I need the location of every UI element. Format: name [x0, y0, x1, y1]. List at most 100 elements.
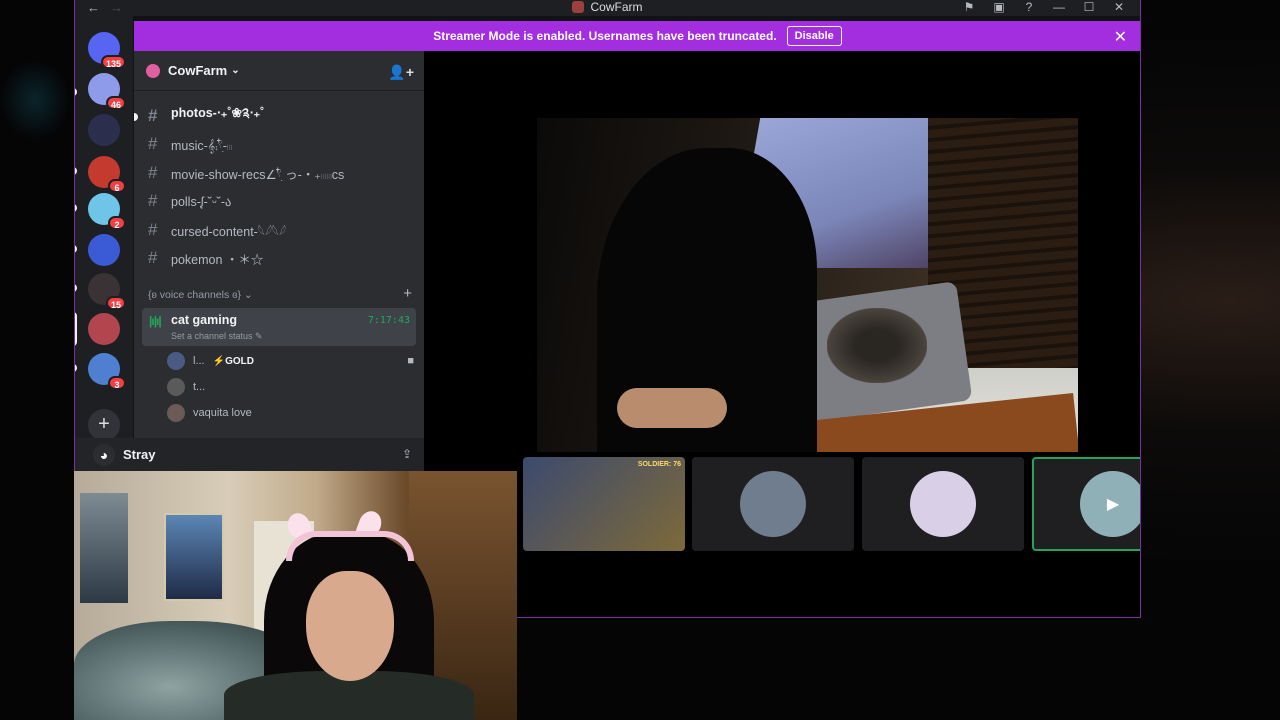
flag-icon[interactable]: ⚑	[954, 0, 984, 16]
avatar[interactable]: ◕	[93, 443, 115, 466]
server-icon[interactable]	[88, 114, 120, 146]
window-controls: ⚑ ▣ ? — ☐ ✕	[954, 0, 1134, 16]
voice-channel-cat-gaming[interactable]: |ı|ı| cat gaming 7:17:43 Set a channel s…	[142, 308, 416, 346]
avatar	[167, 404, 185, 422]
server-icon-home[interactable]: 135	[88, 32, 126, 69]
channel-pokemon[interactable]: # pokemon ・＊☆	[142, 245, 414, 271]
hash-icon: #	[148, 220, 158, 239]
focused-video-stream[interactable]	[537, 118, 1078, 452]
avatar	[167, 378, 185, 396]
add-server-button[interactable]: +	[88, 409, 120, 441]
active-server-pill	[75, 312, 77, 346]
voice-user-name: l...	[193, 355, 205, 367]
create-channel-icon[interactable]: +	[403, 285, 412, 302]
channel-name: polls-ᶘ-˘ᵕ˘-ა	[171, 194, 232, 209]
participant-tile[interactable]: SOLDIER: 76	[523, 457, 685, 551]
channel-movie-show-recs[interactable]: # movie-show-recs∠𓍢ִ໋ っ-‧₊𓏼𓏼cs	[142, 160, 414, 186]
inbox-icon[interactable]: ▣	[984, 0, 1014, 16]
mention-badge: 3	[108, 376, 126, 390]
channel-name: pokemon ・＊☆	[171, 252, 264, 267]
user-panel: ◕ Stray ⇪	[75, 438, 424, 471]
voice-user[interactable]: vaquita love	[167, 402, 252, 424]
webcam-person-face	[306, 571, 394, 681]
voice-user-name: t...	[193, 381, 206, 393]
hash-icon: #	[148, 191, 158, 210]
guild-icon	[146, 63, 160, 78]
channel-sidebar: CowFarm ⌄ 👤+ # photos-‧₊˚❀༉‧₊˚ # music-𝄞…	[134, 51, 424, 471]
webcam-overlay	[74, 471, 517, 720]
chevron-down-icon: ⌄	[231, 65, 240, 76]
disable-streamer-mode-button[interactable]: Disable	[786, 26, 842, 46]
game-tag: SOLDIER: 76	[637, 461, 681, 468]
hash-icon: #	[148, 248, 158, 267]
server-icon[interactable]: 3	[88, 353, 126, 390]
voice-user[interactable]: t...	[167, 376, 205, 398]
voice-channel-timer: 7:17:43	[367, 315, 410, 326]
close-window-button[interactable]: ✕	[1104, 0, 1134, 16]
mention-badge: 2	[108, 216, 126, 230]
voice-channel-name: cat gaming	[171, 313, 237, 327]
webcam-poster	[164, 513, 224, 601]
help-icon[interactable]: ?	[1014, 0, 1044, 16]
server-icon[interactable]: 6	[88, 156, 126, 193]
channel-polls[interactable]: # polls-ᶘ-˘ᵕ˘-ა	[142, 188, 414, 214]
channel-name: photos-‧₊˚❀༉‧₊˚	[171, 105, 265, 120]
mention-badge: 15	[105, 296, 126, 310]
avatar	[910, 471, 976, 537]
hash-icon: #	[148, 163, 158, 182]
avatar	[740, 471, 806, 537]
camera-icon: ■	[407, 355, 414, 367]
mention-badge: 135	[100, 55, 126, 69]
window-title-text: CowFarm	[590, 0, 643, 14]
hash-icon: #	[148, 106, 158, 125]
voice-category-label[interactable]: {ʚ voice channels ɞ} ⌄	[148, 289, 253, 301]
voice-user[interactable]: l... ⚡GOLD	[167, 350, 254, 372]
unread-pill	[75, 284, 77, 292]
unread-pill	[75, 167, 77, 175]
channel-name: music-𝄞⨾𓍢ִ໋-𓏼	[171, 138, 233, 153]
streamer-mode-banner: Streamer Mode is enabled. Usernames have…	[134, 21, 1140, 51]
invite-people-icon[interactable]: 👤+	[388, 64, 414, 81]
mention-badge: 46	[105, 96, 126, 110]
channel-photos[interactable]: # photos-‧₊˚❀༉‧₊˚	[134, 103, 414, 129]
server-icon[interactable]: 2	[88, 193, 126, 230]
channel-cursed-content[interactable]: # cursed-content-𓆩𓆪𓆩𓆪	[142, 217, 414, 243]
background-blur	[0, 60, 70, 140]
minimize-button[interactable]: —	[1044, 0, 1074, 16]
set-channel-status[interactable]: Set a channel status ✎	[171, 331, 263, 342]
guild-name: CowFarm	[168, 63, 228, 78]
title-bar: ← → CowFarm ⚑ ▣ ? — ☐ ✕	[75, 0, 1140, 16]
channel-name: movie-show-recs∠𓍢ִ໋ っ-‧₊𓏼𓏼cs	[171, 167, 345, 182]
server-rail: 135 46 6 2 15 3 +	[75, 16, 133, 471]
channel-name: cursed-content-𓆩𓆪𓆩𓆪	[171, 224, 286, 239]
screen-share-icon[interactable]: ⇪	[402, 447, 412, 461]
guild-header[interactable]: CowFarm ⌄ 👤+	[134, 51, 424, 91]
maximize-button[interactable]: ☐	[1074, 0, 1104, 16]
video-hand	[617, 388, 727, 428]
hash-icon: #	[148, 134, 158, 153]
server-icon	[572, 1, 585, 13]
channel-music[interactable]: # music-𝄞⨾𓍢ִ໋-𓏼	[142, 131, 414, 157]
camera-icon: ▶	[1106, 496, 1120, 513]
unread-pill	[75, 245, 77, 253]
server-icon[interactable]	[88, 234, 120, 266]
server-icon-cowfarm[interactable]	[88, 313, 120, 345]
participant-tile-speaking[interactable]: ▶ ⋯	[1032, 457, 1140, 551]
unread-pill	[75, 88, 77, 96]
banner-text: Streamer Mode is enabled. Usernames have…	[433, 29, 777, 43]
avatar	[167, 352, 185, 370]
participant-tile[interactable]	[862, 457, 1024, 551]
webcam-poster	[80, 493, 128, 603]
user-name[interactable]: Stray	[123, 447, 156, 462]
headset	[286, 531, 414, 561]
server-icon[interactable]: 15	[88, 273, 126, 310]
video-cat	[827, 308, 927, 383]
voice-activity-icon: |ı|ı|	[149, 314, 162, 328]
unread-pill	[75, 364, 77, 372]
participant-tile[interactable]	[692, 457, 854, 551]
mention-badge: 6	[108, 179, 126, 193]
close-icon[interactable]: ✕	[1114, 27, 1127, 47]
voice-user-tag: ⚡GOLD	[212, 355, 254, 367]
voice-user-name: vaquita love	[193, 407, 252, 419]
server-icon[interactable]: 46	[88, 73, 126, 110]
